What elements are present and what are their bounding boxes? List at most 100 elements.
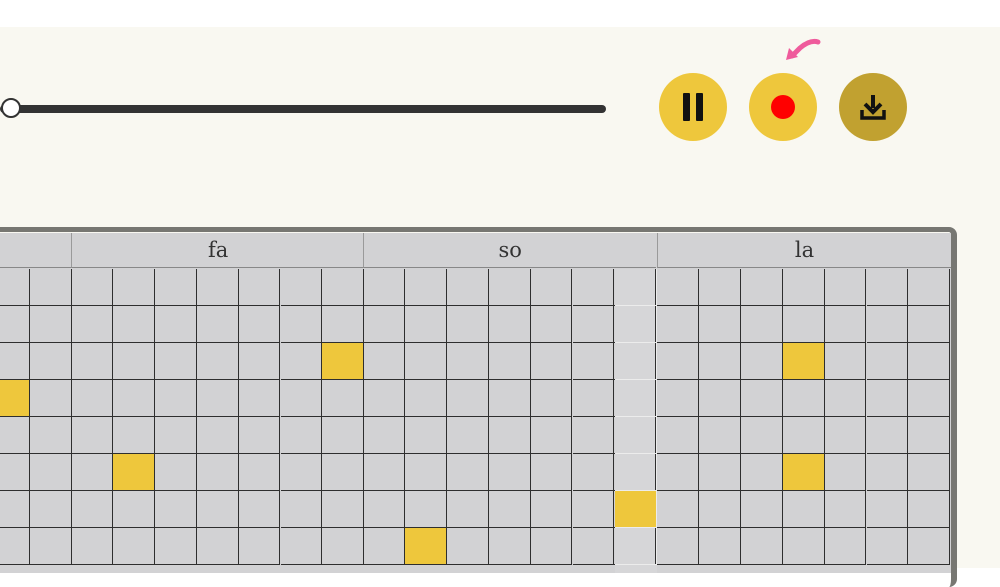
grid-cell[interactable]: [238, 417, 281, 454]
grid-cell[interactable]: [280, 491, 323, 528]
grid-cell[interactable]: [238, 380, 281, 417]
grid-cell[interactable]: [322, 491, 365, 528]
grid-cell[interactable]: [0, 417, 30, 454]
grid-cell[interactable]: [29, 343, 72, 380]
grid-cell[interactable]: [657, 306, 699, 343]
grid-cell[interactable]: [112, 491, 155, 528]
grid-cell[interactable]: [782, 343, 825, 380]
spacer-cell[interactable]: [615, 380, 657, 417]
grid-cell[interactable]: [572, 454, 615, 491]
grid-cell[interactable]: [740, 528, 783, 565]
grid-cell[interactable]: [698, 306, 741, 343]
grid-cell[interactable]: [29, 454, 72, 491]
grid-cell[interactable]: [71, 491, 113, 528]
grid-cell[interactable]: [572, 417, 615, 454]
grid-cell[interactable]: [530, 306, 573, 343]
grid-cell[interactable]: [824, 380, 867, 417]
grid-cell[interactable]: [530, 491, 573, 528]
grid-cell[interactable]: [238, 306, 281, 343]
grid-cell[interactable]: [404, 491, 447, 528]
grid-cell[interactable]: [698, 343, 741, 380]
grid-cell[interactable]: [824, 417, 867, 454]
grid-cell[interactable]: [112, 417, 155, 454]
grid-cell[interactable]: [112, 306, 155, 343]
grid-cell[interactable]: [488, 491, 531, 528]
grid-cell[interactable]: [824, 306, 867, 343]
grid-cell[interactable]: [322, 380, 365, 417]
grid-cell[interactable]: [657, 491, 699, 528]
grid-cell[interactable]: [363, 269, 405, 306]
grid-cell[interactable]: [698, 269, 741, 306]
grid-cell[interactable]: [782, 491, 825, 528]
grid-cell[interactable]: [29, 306, 72, 343]
grid-cell[interactable]: [71, 380, 113, 417]
grid-cell[interactable]: [740, 343, 783, 380]
spacer-cell[interactable]: [615, 491, 657, 528]
grid-cell[interactable]: [572, 343, 615, 380]
grid-cell[interactable]: [280, 454, 323, 491]
grid-cell[interactable]: [154, 343, 197, 380]
grid-cell[interactable]: [446, 454, 489, 491]
grid-cell[interactable]: [488, 306, 531, 343]
grid-cell[interactable]: [782, 417, 825, 454]
grid-cell[interactable]: [0, 269, 30, 306]
grid-cell[interactable]: [740, 417, 783, 454]
grid-cell[interactable]: [698, 491, 741, 528]
spacer-cell[interactable]: [615, 306, 657, 343]
grid-cell[interactable]: [112, 380, 155, 417]
grid-cell[interactable]: [866, 269, 909, 306]
grid-cell[interactable]: [280, 380, 323, 417]
grid-cell[interactable]: [866, 491, 909, 528]
grid-cell[interactable]: [363, 380, 405, 417]
grid-cell[interactable]: [0, 491, 30, 528]
grid-cell[interactable]: [782, 454, 825, 491]
grid-cell[interactable]: [657, 343, 699, 380]
grid-cell[interactable]: [572, 269, 615, 306]
grid-cell[interactable]: [154, 454, 197, 491]
pause-button[interactable]: [659, 73, 727, 141]
grid-cell[interactable]: [782, 306, 825, 343]
grid-cell[interactable]: [280, 269, 323, 306]
grid-cell[interactable]: [824, 491, 867, 528]
grid-cell[interactable]: [154, 306, 197, 343]
grid-cell[interactable]: [908, 269, 951, 306]
grid-cell[interactable]: [196, 306, 239, 343]
grid-cell[interactable]: [238, 528, 281, 565]
grid-cell[interactable]: [154, 417, 197, 454]
grid-cell[interactable]: [196, 380, 239, 417]
grid-cell[interactable]: [740, 380, 783, 417]
grid-cell[interactable]: [488, 380, 531, 417]
grid-cell[interactable]: [154, 380, 197, 417]
grid-cell[interactable]: [908, 528, 951, 565]
grid-cell[interactable]: [866, 417, 909, 454]
grid-cell[interactable]: [404, 269, 447, 306]
grid-cell[interactable]: [404, 528, 447, 565]
grid-cell[interactable]: [322, 269, 365, 306]
grid-cell[interactable]: [0, 343, 30, 380]
grid-cell[interactable]: [740, 491, 783, 528]
grid-cell[interactable]: [908, 343, 951, 380]
grid-cell[interactable]: [71, 343, 113, 380]
grid-cell[interactable]: [29, 269, 72, 306]
grid-cell[interactable]: [154, 491, 197, 528]
grid-cell[interactable]: [698, 380, 741, 417]
grid-cell[interactable]: [112, 343, 155, 380]
grid-cell[interactable]: [572, 528, 615, 565]
grid-cell[interactable]: [29, 491, 72, 528]
grid-cell[interactable]: [698, 528, 741, 565]
grid-cell[interactable]: [740, 306, 783, 343]
grid-cell[interactable]: [71, 417, 113, 454]
grid-cell[interactable]: [196, 528, 239, 565]
grid-cell[interactable]: [29, 417, 72, 454]
grid-cell[interactable]: [446, 269, 489, 306]
grid-cell[interactable]: [196, 269, 239, 306]
grid-cell[interactable]: [71, 528, 113, 565]
grid-cell[interactable]: [404, 454, 447, 491]
grid-cell[interactable]: [657, 269, 699, 306]
spacer-cell[interactable]: [615, 269, 657, 306]
grid-cell[interactable]: [698, 454, 741, 491]
grid-cell[interactable]: [280, 417, 323, 454]
grid-cell[interactable]: [363, 417, 405, 454]
spacer-cell[interactable]: [615, 454, 657, 491]
grid-cell[interactable]: [71, 269, 113, 306]
